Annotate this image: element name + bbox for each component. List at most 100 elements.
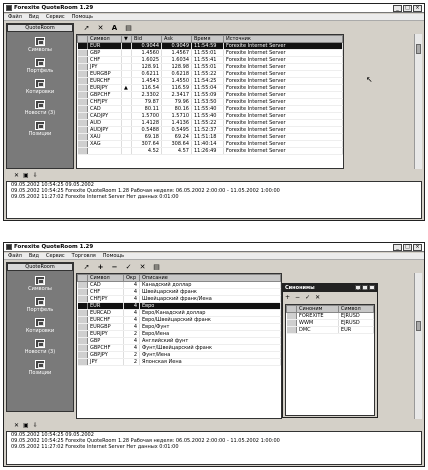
add-button[interactable]: + <box>96 263 105 271</box>
table-row[interactable]: JPY 128.91 128.98 11:55:01 Forexite Internet… <box>77 63 343 71</box>
maximize-button[interactable]: □ <box>362 285 368 290</box>
maximize-button[interactable]: □ <box>403 5 412 12</box>
col-symbol[interactable]: Символ <box>87 274 124 282</box>
sidebar-item-news[interactable]: Новости (3) <box>7 339 73 355</box>
synonyms-title-bar[interactable]: Синонимы _ □ × <box>283 284 377 292</box>
table-row[interactable]: GBPJPY 2 Фунт/Иена <box>77 351 281 359</box>
scroll-thumb[interactable] <box>416 44 421 54</box>
table-button[interactable]: ▤ <box>124 24 133 32</box>
minimize-button[interactable]: _ <box>355 285 361 290</box>
sidebar-item-symbols[interactable]: Символы <box>7 276 73 292</box>
clear-log-button[interactable]: ✕ <box>14 422 19 429</box>
col-source[interactable]: Источник <box>223 35 343 43</box>
font-button[interactable]: A <box>110 24 119 32</box>
add-synonym-button[interactable]: + <box>285 294 290 301</box>
table-row[interactable]: EUR 0.9044 0.9049 11:54:59 Forexite Internet… <box>77 42 343 50</box>
open-chart-button[interactable]: ➚ <box>82 24 91 32</box>
col-time[interactable]: Время <box>191 35 224 43</box>
synonym-row[interactable]: FOREXITE EJRUSD <box>286 312 375 320</box>
col-ask[interactable]: Ask <box>161 35 192 43</box>
vertical-scrollbar[interactable] <box>414 34 422 169</box>
save-log-button[interactable]: ⇩ <box>33 172 38 179</box>
cancel-button[interactable]: ✕ <box>138 263 147 271</box>
menu-service[interactable]: Сервис <box>46 253 65 259</box>
menu-file[interactable]: Файл <box>8 14 22 20</box>
synonym-row[interactable]: DMC EUR <box>286 326 375 334</box>
table-row[interactable]: EURCAD 4 Евро/Канадский доллар <box>77 309 281 317</box>
apply-button[interactable]: ✓ <box>124 263 133 271</box>
table-button[interactable]: ▤ <box>152 263 161 271</box>
print-log-button[interactable]: ▣ <box>23 422 29 429</box>
table-row[interactable]: CADJPY 1.5700 1.5710 11:55:40 Forexite Inter… <box>77 112 343 120</box>
sidebar-header[interactable]: QuoteRoom <box>7 24 73 32</box>
precision-cell: 4 <box>123 302 140 310</box>
clear-log-button[interactable]: ✕ <box>14 172 19 179</box>
remove-button[interactable]: − <box>110 263 119 271</box>
table-row[interactable]: AUD 1.4128 1.4136 11:55:22 Forexite Internet… <box>77 119 343 127</box>
table-row[interactable]: CHF 1.6025 1.6034 11:55:41 Forexite Internet… <box>77 56 343 64</box>
table-row[interactable]: XAU 69.18 69.24 11:51:18 Forexite Internet S… <box>77 133 343 141</box>
sidebar-item-symbols[interactable]: Символы <box>7 37 73 53</box>
sidebar-item-positions[interactable]: Позиции <box>7 360 73 376</box>
table-row[interactable]: EURJPY 2 Евро/Иена <box>77 330 281 338</box>
sidebar-item-positions[interactable]: Позиции <box>7 121 73 137</box>
table-row[interactable]: 4.52 4.57 11:26:49 Forexite Internet Server <box>77 147 343 155</box>
delete-button[interactable]: ✕ <box>96 24 105 32</box>
close-button[interactable]: × <box>413 5 422 12</box>
menu-trade[interactable]: Торговля <box>72 253 96 259</box>
sidebar-item-quotes[interactable]: Котировки <box>7 79 73 95</box>
vertical-scrollbar[interactable] <box>414 273 422 419</box>
apply-synonym-button[interactable]: ✓ <box>305 294 310 301</box>
table-row[interactable]: GBPCHF 2.3302 2.3417 11:55:09 Forexite Inter… <box>77 91 343 99</box>
menu-service[interactable]: Сервис <box>46 14 65 20</box>
col-synonym[interactable]: Синоним <box>296 305 339 313</box>
table-row[interactable]: EURGBP 0.6211 0.6218 11:55:22 Forexite Inter… <box>77 70 343 78</box>
table-row[interactable]: CAD 4 Канадский доллар <box>77 281 281 289</box>
scroll-thumb[interactable] <box>416 321 421 331</box>
table-row[interactable]: JPY 2 Японская Иена <box>77 358 281 366</box>
title-bar[interactable]: Forexite QuoteRoom 1.29 _ □ × <box>4 4 424 13</box>
table-row[interactable]: EURGBP 4 Евро/Фунт <box>77 323 281 331</box>
open-chart-button[interactable]: ➚ <box>82 263 91 271</box>
table-row[interactable]: AUDJPY 0.5488 0.5495 11:52:37 Forexite Inter… <box>77 126 343 134</box>
table-row[interactable]: GBP 4 Английский фунт <box>77 337 281 345</box>
sidebar-item-portfolio[interactable]: Портфель <box>7 297 73 313</box>
table-row[interactable]: CHF 4 Швейцарский франк <box>77 288 281 296</box>
table-row[interactable]: CAD 80.11 80.16 11:55:40 Forexite Internet S… <box>77 105 343 113</box>
close-button[interactable]: × <box>369 285 375 290</box>
col-bid[interactable]: Bid <box>131 35 162 43</box>
menu-help[interactable]: Помощь <box>103 253 124 259</box>
title-bar[interactable]: Forexite QuoteRoom 1.29 _ □ × <box>4 243 424 252</box>
table-row[interactable]: GBP 1.4560 1.4567 11:55:01 Forexite Internet… <box>77 49 343 57</box>
minimize-button[interactable]: _ <box>393 5 402 12</box>
print-log-button[interactable]: ▣ <box>23 172 29 179</box>
table-row[interactable]: EUR 4 Евро <box>77 302 281 310</box>
sidebar-item-quotes[interactable]: Котировки <box>7 318 73 334</box>
table-row[interactable]: EURCHF 1.4543 1.4550 11:54:25 Forexite Inter… <box>77 77 343 85</box>
menu-view[interactable]: Вид <box>29 253 39 259</box>
table-row[interactable]: CHFJPY 79.87 79.96 11:53:50 Forexite Interne… <box>77 98 343 106</box>
table-row[interactable]: CHFJPY 4 Швейцарский франк/Иена <box>77 295 281 303</box>
col-description[interactable]: Описание <box>139 274 281 282</box>
remove-synonym-button[interactable]: − <box>295 294 300 301</box>
menu-view[interactable]: Вид <box>29 14 39 20</box>
sidebar-header[interactable]: QuoteRoom <box>7 263 73 271</box>
synonym-row[interactable]: WWM EJRUSD <box>286 319 375 327</box>
close-button[interactable]: × <box>413 244 422 251</box>
table-row[interactable]: EURCHF 4 Евро/Швейцарский франк <box>77 316 281 324</box>
maximize-button[interactable]: □ <box>403 244 412 251</box>
col-precision[interactable]: Окр <box>123 274 140 282</box>
menu-help[interactable]: Помощь <box>72 14 93 20</box>
table-row[interactable]: XAG 307.64 308.64 11:40:14 Forexite Internet… <box>77 140 343 148</box>
col-synonym-symbol[interactable]: Символ <box>337 305 375 313</box>
table-row[interactable]: EURJPY ▲ 116.54 116.59 11:55:04 Forexite Inte… <box>77 84 343 92</box>
menu-file[interactable]: Файл <box>8 253 22 259</box>
table-row[interactable]: GBPCHF 4 Фунт/Швейцарский франк <box>77 344 281 352</box>
col-trend[interactable]: ▼ <box>121 35 132 43</box>
cancel-synonym-button[interactable]: ✕ <box>315 294 320 301</box>
col-symbol[interactable]: Символ <box>87 35 122 43</box>
sidebar-item-news[interactable]: Новости (3) <box>7 100 73 116</box>
sidebar-item-portfolio[interactable]: Портфель <box>7 58 73 74</box>
save-log-button[interactable]: ⇩ <box>33 422 38 429</box>
minimize-button[interactable]: _ <box>393 244 402 251</box>
